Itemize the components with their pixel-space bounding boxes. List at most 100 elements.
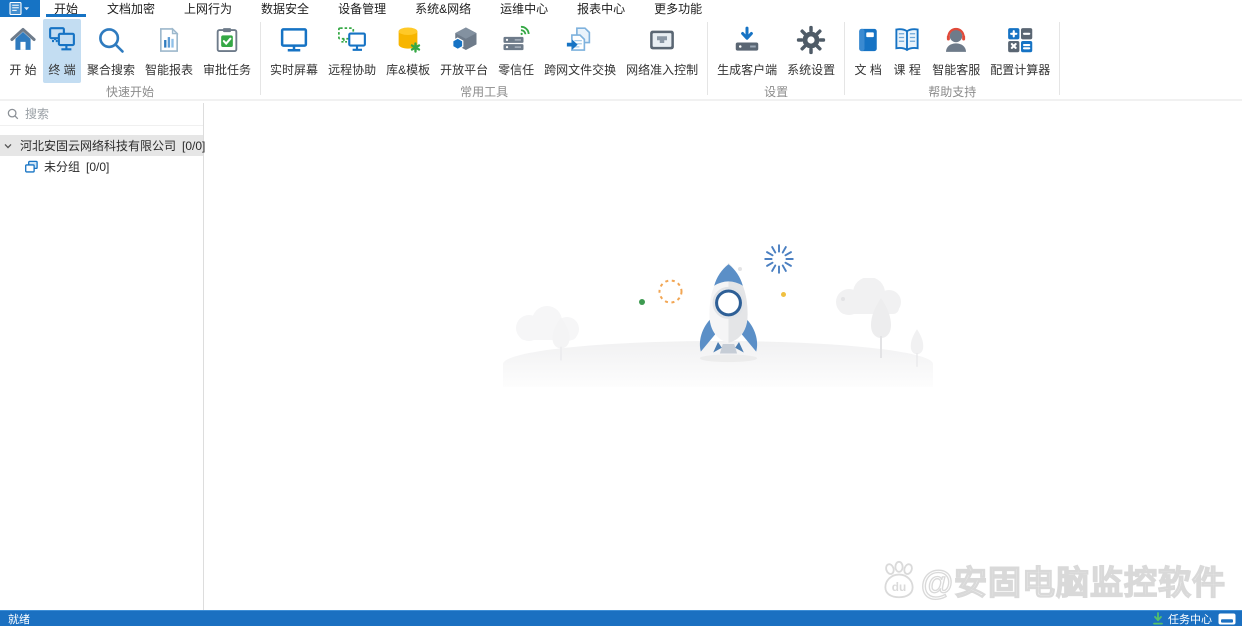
- search-icon: [96, 22, 126, 58]
- tab-system-network[interactable]: 系统&网络: [407, 0, 479, 17]
- network-access-button[interactable]: 网络准入控制: [622, 19, 702, 83]
- remote-assist-button[interactable]: 远程协助: [324, 19, 380, 83]
- tree-company-label: 河北安固云网络科技有限公司: [20, 137, 176, 154]
- group-label-help-support: 帮助支持: [849, 83, 1055, 104]
- calculator-icon: [1005, 22, 1035, 58]
- task-center-button[interactable]: 任务中心: [1152, 611, 1212, 626]
- rocket-illustration: [671, 259, 786, 364]
- tree-icon: [549, 315, 573, 363]
- watermark-text: @安固电脑监控软件: [921, 556, 1226, 604]
- terminal-label: 终 端: [48, 61, 75, 78]
- approval-icon: [213, 22, 241, 58]
- network-access-icon: [647, 22, 677, 58]
- home-icon: [9, 22, 37, 58]
- course-book-icon: [892, 22, 922, 58]
- tree-icon: [907, 328, 927, 368]
- app-menu-button[interactable]: [0, 0, 40, 17]
- generate-client-button[interactable]: 生成客户端: [713, 19, 781, 83]
- menu-tabs: 开始 文档加密 上网行为 数据安全 设备管理 系统&网络 运维中心 报表中心 更…: [46, 0, 723, 17]
- aggregate-search-button[interactable]: 聚合搜索: [83, 19, 139, 83]
- svg-text:du: du: [892, 580, 906, 594]
- status-bar: 就绪 任务中心: [0, 610, 1242, 626]
- system-settings-label: 系统设置: [787, 61, 835, 78]
- zero-trust-label: 零信任: [498, 61, 534, 78]
- ribbon-separator: [1059, 22, 1060, 95]
- paw-logo-icon: du: [879, 560, 919, 600]
- screen-icon: [279, 22, 309, 58]
- ribbon-group-settings: 生成客户端: [708, 17, 844, 99]
- group-label-quick-start: 快速开始: [4, 83, 256, 104]
- tab-doc-encryption[interactable]: 文档加密: [99, 0, 163, 17]
- watermark: du @安固电脑监控软件: [879, 556, 1226, 604]
- group-label-common-tools: 常用工具: [265, 83, 703, 104]
- tree-row-company[interactable]: 河北安固云网络科技有限公司 [0/0]: [0, 135, 203, 156]
- chevron-down-icon[interactable]: [3, 141, 13, 151]
- system-settings-button[interactable]: 系统设置: [783, 19, 839, 83]
- open-platform-label: 开放平台: [440, 61, 488, 78]
- smart-service-button[interactable]: 智能客服: [928, 19, 984, 83]
- tab-internet-behavior[interactable]: 上网行为: [176, 0, 240, 17]
- course-label: 课 程: [894, 61, 921, 78]
- customer-service-icon: [941, 22, 971, 58]
- search-input[interactable]: [25, 107, 196, 121]
- home-label: 开 始: [9, 61, 36, 78]
- group-icon: [24, 160, 39, 174]
- tree-ungrouped-label: 未分组: [44, 158, 80, 175]
- ribbon-group-common-tools: 实时屏幕 远程协助: [261, 17, 707, 99]
- file-exchange-icon: [565, 22, 595, 58]
- terminal-tree: 河北安固云网络科技有限公司 [0/0] 未分组 [0/0]: [0, 126, 203, 177]
- group-label-settings: 设置: [712, 83, 840, 104]
- green-dot: [639, 299, 645, 305]
- app-menu-icon: [9, 2, 31, 15]
- status-ready-label: 就绪: [0, 611, 30, 626]
- file-exchange-button[interactable]: 跨网文件交换: [540, 19, 620, 83]
- tab-ops-center[interactable]: 运维中心: [492, 0, 556, 17]
- sidebar: 河北安固云网络科技有限公司 [0/0] 未分组 [0/0]: [0, 103, 204, 610]
- realtime-screen-button[interactable]: 实时屏幕: [266, 19, 322, 83]
- document-button[interactable]: 文 档: [850, 19, 886, 83]
- smart-report-button[interactable]: 智能报表: [141, 19, 197, 83]
- generate-client-label: 生成客户端: [717, 61, 777, 78]
- document-book-icon: [854, 22, 882, 58]
- tree-icon: [867, 296, 895, 360]
- tab-device-management[interactable]: 设备管理: [330, 0, 394, 17]
- task-center-label: 任务中心: [1168, 611, 1212, 626]
- aggregate-search-label: 聚合搜索: [87, 61, 135, 78]
- tab-start[interactable]: 开始: [46, 0, 86, 17]
- zero-trust-icon: [501, 22, 531, 58]
- home-button[interactable]: 开 始: [5, 19, 41, 83]
- tree-row-ungrouped[interactable]: 未分组 [0/0]: [0, 156, 203, 177]
- report-icon: [155, 22, 183, 58]
- library-template-button[interactable]: 库&模板: [382, 19, 434, 83]
- ribbon-toolbar: 开 始 终 端: [0, 17, 1242, 101]
- generate-client-icon: [732, 22, 762, 58]
- terminal-button[interactable]: 终 端: [43, 19, 81, 83]
- course-button[interactable]: 课 程: [888, 19, 926, 83]
- search-row: [0, 103, 203, 126]
- approval-task-button[interactable]: 审批任务: [199, 19, 255, 83]
- mini-window-icon[interactable]: [1218, 613, 1236, 625]
- library-template-icon: [393, 22, 423, 58]
- terminal-icon: [47, 22, 77, 58]
- tab-data-security[interactable]: 数据安全: [253, 0, 317, 17]
- open-platform-button[interactable]: 开放平台: [436, 19, 492, 83]
- zero-trust-button[interactable]: 零信任: [494, 19, 538, 83]
- tree-ungrouped-count: [0/0]: [86, 160, 109, 174]
- search-icon: [7, 108, 19, 120]
- gray-dot: [841, 297, 845, 301]
- tab-more-features[interactable]: 更多功能: [646, 0, 710, 17]
- download-arrow-icon: [1152, 612, 1164, 625]
- file-exchange-label: 跨网文件交换: [544, 61, 616, 78]
- config-calculator-button[interactable]: 配置计算器: [986, 19, 1054, 83]
- tab-report-center[interactable]: 报表中心: [569, 0, 633, 17]
- document-label: 文 档: [855, 61, 882, 78]
- remote-assist-icon: [337, 22, 367, 58]
- config-calculator-label: 配置计算器: [990, 61, 1050, 78]
- main-content: du @安固电脑监控软件: [205, 103, 1242, 610]
- network-access-label: 网络准入控制: [626, 61, 698, 78]
- approval-task-label: 审批任务: [203, 61, 251, 78]
- remote-assist-label: 远程协助: [328, 61, 376, 78]
- gear-icon: [795, 22, 827, 58]
- menu-bar: 开始 文档加密 上网行为 数据安全 设备管理 系统&网络 运维中心 报表中心 更…: [0, 0, 1242, 17]
- tree-company-count: [0/0]: [182, 139, 205, 153]
